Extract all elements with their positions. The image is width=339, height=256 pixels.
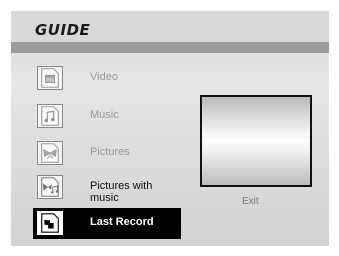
guide-screen: GUIDE Video Music Pictures Pictures with… [11,11,329,246]
preview-window [200,95,312,187]
menu-item-label: Last Record [90,216,154,228]
menu-item-pictures[interactable]: Pictures [33,138,181,169]
menu-item-label: Music [90,109,119,121]
menu-item-label: Video [90,71,118,83]
exit-button[interactable]: Exit [242,196,259,207]
pictures-music-file-icon [37,175,63,199]
header-divider-band [11,42,329,53]
menu-item-label: Pictures with music [90,180,153,204]
guide-header: GUIDE [11,11,329,41]
menu-item-music[interactable]: Music [33,101,181,132]
menu-item-pictures-with-music[interactable]: Pictures with music [33,172,181,204]
pictures-file-icon [37,141,63,165]
music-file-icon [37,104,63,128]
menu-item-video[interactable]: Video [33,63,181,94]
last-record-icon [37,211,63,235]
menu-item-last-record[interactable]: Last Record [33,208,181,239]
page-title: GUIDE [35,21,91,39]
menu-item-label: Pictures [90,146,130,158]
video-file-icon [37,66,63,90]
